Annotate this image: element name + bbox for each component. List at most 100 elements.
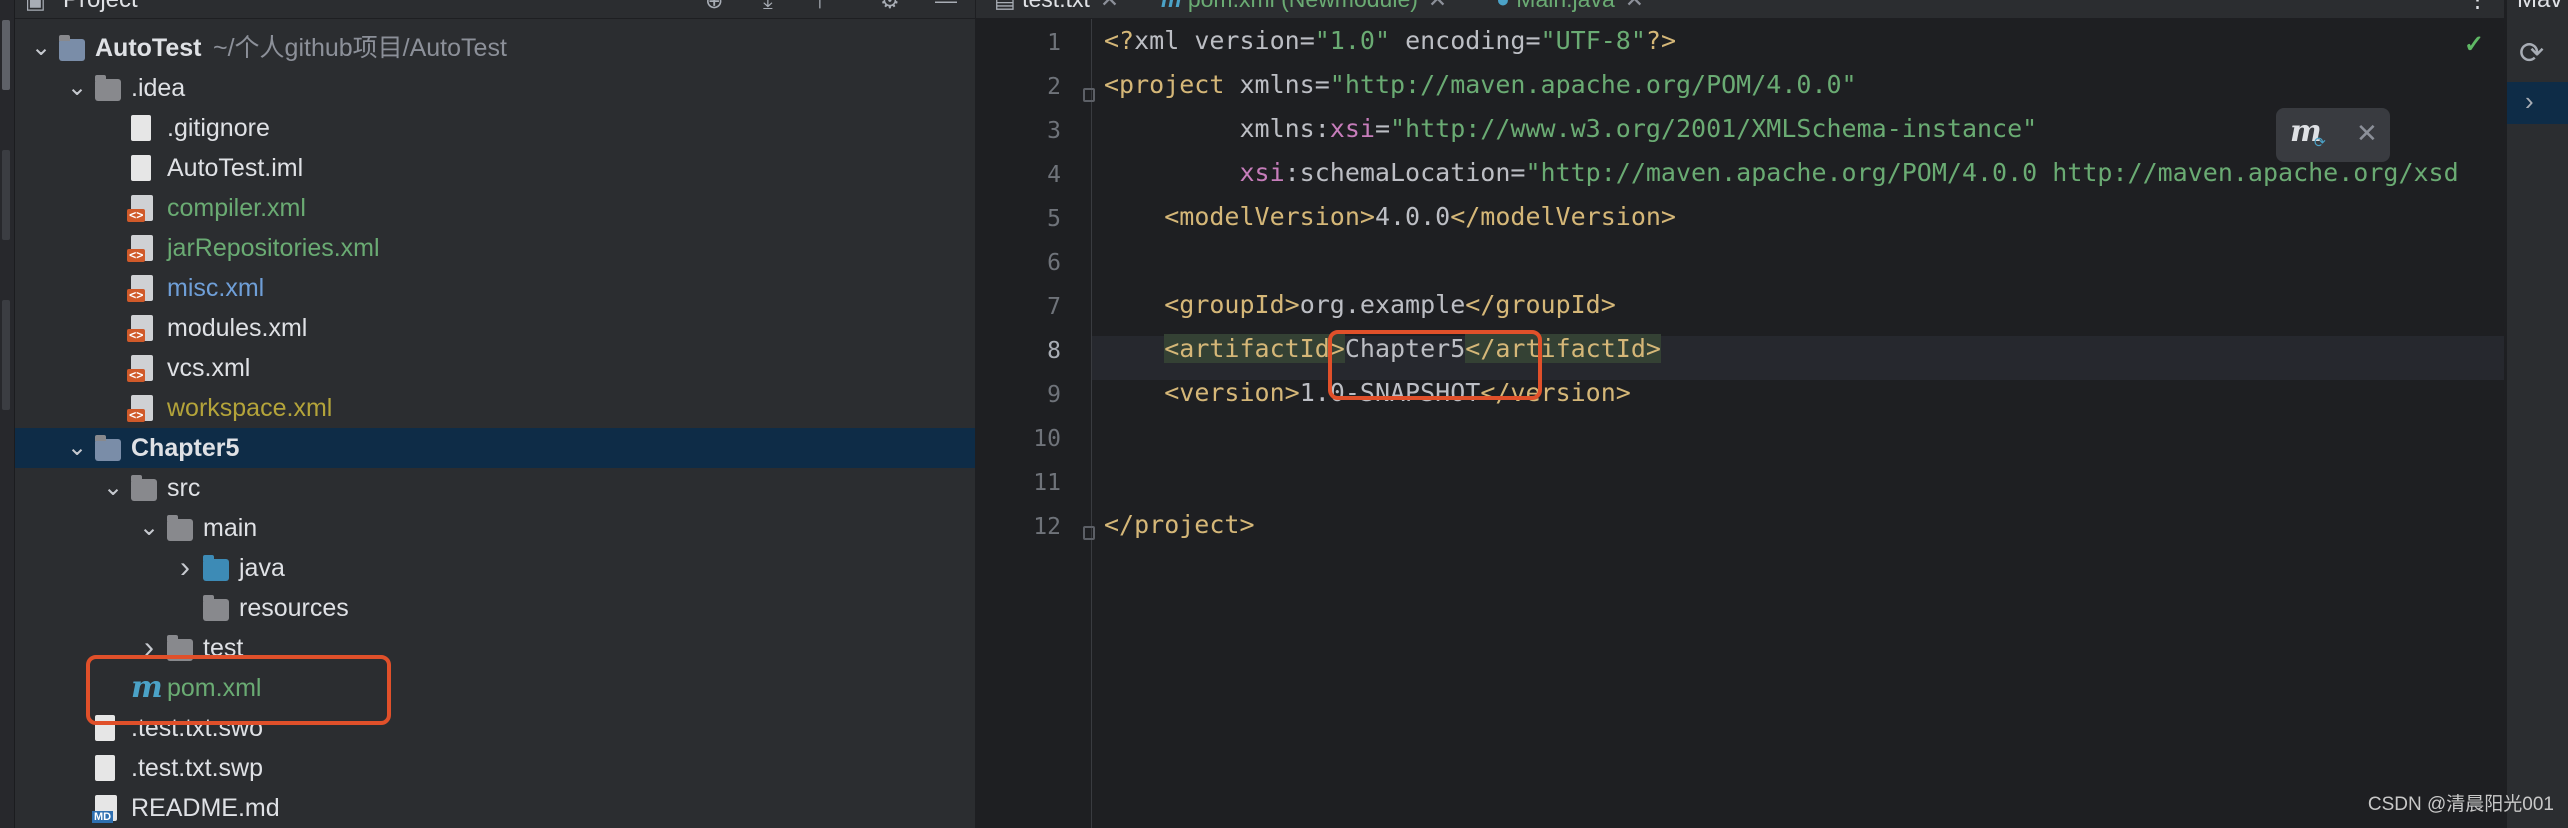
line-number: 5 <box>1047 206 1061 232</box>
tree-item-label: compiler.xml <box>167 194 306 222</box>
maven-panel: Mav ⟳ › <box>2506 0 2568 828</box>
tree-item[interactable]: compiler.xml <box>15 188 975 228</box>
tree-item[interactable]: .test.txt.swp <box>15 748 975 788</box>
project-panel-title[interactable]: Project <box>63 0 138 14</box>
line-number: 7 <box>1047 294 1061 320</box>
code-token: 4.0.0 <box>1374 202 1451 231</box>
file-icon <box>131 155 151 181</box>
tree-item[interactable]: › java <box>15 548 975 588</box>
markdown-file-icon <box>92 795 117 823</box>
code-token: <groupId> <box>1164 290 1300 319</box>
collapse-all-icon[interactable]: ⤒ <box>815 0 825 14</box>
chevron-down-icon[interactable]: ⌄ <box>31 34 51 62</box>
code-token: = <box>1299 26 1315 55</box>
line-number: 1 <box>1047 30 1061 56</box>
tab-test-txt[interactable]: ▤ test.txt✕ <box>994 0 1119 18</box>
code-token: = <box>1510 158 1526 187</box>
code-line[interactable]: xsi:schemaLocation="http://maven.apache.… <box>1104 158 2458 188</box>
close-icon[interactable]: ✕ <box>1428 0 1447 12</box>
chevron-down-icon[interactable]: ⌄ <box>103 474 123 502</box>
code-token: <project <box>1104 70 1225 99</box>
xml-file-icon <box>127 195 153 222</box>
code-token: xml version <box>1134 26 1300 55</box>
code-token: <? <box>1104 26 1135 55</box>
code-token: xsi <box>1329 114 1375 143</box>
project-tool-tab[interactable] <box>2 20 10 90</box>
java-class-icon: ● <box>1496 0 1516 12</box>
code-token: = <box>1314 70 1330 99</box>
expand-all-icon[interactable]: ⤓ <box>763 0 773 14</box>
highlight-box-artifact <box>1328 330 1542 400</box>
source-folder-icon <box>203 555 229 581</box>
reload-icon[interactable]: ⟳ <box>2519 36 2544 71</box>
tab-pom-xml[interactable]: m pom.xml (Newmodule)✕ <box>1161 0 1447 18</box>
xml-file-icon <box>127 355 153 382</box>
hide-icon[interactable]: — <box>935 0 957 14</box>
maven-panel-title[interactable]: Mav <box>2517 0 2562 14</box>
chevron-down-icon[interactable]: ⌄ <box>67 74 87 102</box>
tree-item-label: AutoTest.iml <box>167 154 304 182</box>
code-token: xsi <box>1239 158 1285 187</box>
code-token: "1.0" <box>1314 26 1391 55</box>
line-number: 12 <box>1033 514 1061 540</box>
locate-icon[interactable]: ⊕ <box>705 0 723 14</box>
code-line[interactable]: <project xmlns="http://maven.apache.org/… <box>1104 70 1857 100</box>
tree-item[interactable]: ⌄ main <box>15 508 975 548</box>
no-problems-check-icon[interactable]: ✓ <box>2464 30 2484 59</box>
tree-item[interactable]: ⌄ Chapter5 <box>15 428 975 468</box>
tree-item[interactable]: ⌄ src <box>15 468 975 508</box>
tree-item-label: .test.txt.swp <box>131 754 263 782</box>
maven-reload-popup[interactable]: m ⟳ ✕ <box>2276 108 2390 162</box>
tree-item[interactable]: AutoTest.iml <box>15 148 975 188</box>
tree-item[interactable]: resources <box>15 588 975 628</box>
close-icon[interactable]: ✕ <box>2356 118 2378 149</box>
tree-item[interactable]: jarRepositories.xml <box>15 228 975 268</box>
tree-item[interactable]: ⌄ AutoTest ~/个人github项目/AutoTest <box>15 28 975 68</box>
tree-item-label: .idea <box>131 74 186 102</box>
chevron-down-icon[interactable]: ⌄ <box>139 514 159 542</box>
tree-item-label: modules.xml <box>167 314 308 342</box>
code-line[interactable]: </project> <box>1104 510 1255 540</box>
tree-item[interactable]: misc.xml <box>15 268 975 308</box>
close-icon[interactable]: ✕ <box>1625 0 1644 12</box>
tree-item[interactable]: modules.xml <box>15 308 975 348</box>
code-line[interactable]: xmlns:xsi="http://www.w3.org/2001/XMLSch… <box>1104 114 2037 144</box>
tree-item[interactable]: ⌄ .idea <box>15 68 975 108</box>
tree-item-label: AutoTest <box>95 34 202 62</box>
code-line[interactable]: <groupId>org.example</groupId> <box>1104 290 1616 320</box>
file-icon <box>131 115 151 141</box>
line-number: 2 <box>1047 74 1061 100</box>
chevron-right-icon: › <box>2525 86 2534 116</box>
editor-tabs: ▤ test.txt✕ m pom.xml (Newmodule)✕ ● Mai… <box>976 0 2504 19</box>
folder-icon <box>95 75 121 101</box>
editor-area: ▤ test.txt✕ m pom.xml (Newmodule)✕ ● Mai… <box>976 0 2504 828</box>
tree-item-label: README.md <box>131 794 280 822</box>
left-tool-strip <box>0 0 15 828</box>
tree-item[interactable]: vcs.xml <box>15 348 975 388</box>
tree-item[interactable]: .gitignore <box>15 108 975 148</box>
commit-tool-tab[interactable] <box>2 150 10 240</box>
tree-item-label: jarRepositories.xml <box>167 234 380 262</box>
chevron-right-icon[interactable]: › <box>175 553 195 583</box>
chevron-down-icon[interactable]: ⌄ <box>67 434 87 462</box>
gear-icon[interactable]: ⚙ <box>880 0 900 14</box>
code-token: "http://www.w3.org/2001/XMLSchema-instan… <box>1390 114 2038 143</box>
maven-project-row[interactable]: › <box>2507 82 2568 124</box>
xml-file-icon <box>127 275 153 302</box>
tab-main-java[interactable]: ● Main.java✕ <box>1496 0 1644 18</box>
structure-tool-tab[interactable] <box>2 300 10 410</box>
project-view-icon[interactable]: ▣ <box>25 0 46 14</box>
xml-file-icon <box>127 235 153 262</box>
tree-item[interactable]: README.md <box>15 788 975 828</box>
tree-item[interactable]: workspace.xml <box>15 388 975 428</box>
close-icon[interactable]: ✕ <box>1100 0 1119 12</box>
more-tabs-icon[interactable]: ⋮ <box>2466 0 2489 18</box>
tree-item-label: misc.xml <box>167 274 265 302</box>
fold-marker-icon[interactable] <box>1083 526 1095 540</box>
code-line[interactable]: <modelVersion>4.0.0</modelVersion> <box>1104 202 1676 232</box>
tree-item-path: ~/个人github项目/AutoTest <box>213 34 507 62</box>
folder-icon <box>167 515 193 541</box>
fold-marker-icon[interactable] <box>1083 88 1095 102</box>
code-line[interactable]: <?xml version="1.0" encoding="UTF-8"?> <box>1104 26 1676 56</box>
